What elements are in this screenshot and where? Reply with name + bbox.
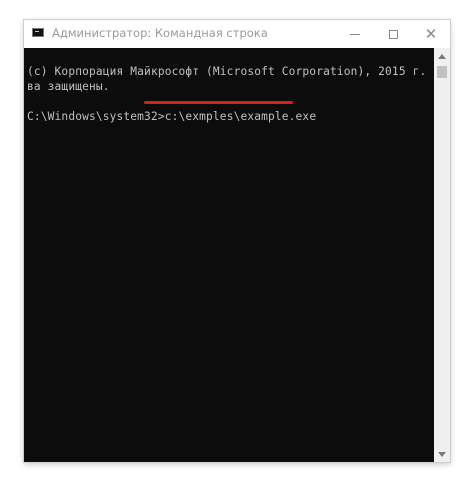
scroll-up-button[interactable] (434, 48, 450, 64)
command-prompt-window: Администратор: Командная строка ✕ (c) Ко… (24, 20, 450, 462)
window-title: Администратор: Командная строка (52, 26, 268, 40)
console-line-copyright-1: (c) Корпорация Майкрософт (Microsoft Cor… (27, 65, 450, 78)
console-prompt: C:\Windows\system32> (27, 110, 165, 123)
console-command-line: C:\Windows\system32>c:\exmples\example.e… (27, 109, 434, 124)
minimize-icon (350, 33, 360, 35)
vertical-scrollbar[interactable] (434, 48, 450, 462)
close-icon: ✕ (424, 24, 438, 43)
arrow-down-icon (438, 451, 446, 457)
console-line-copyright-2: ва защищены. (27, 80, 110, 93)
close-button[interactable]: ✕ (412, 20, 450, 48)
console-command: c:\exmples\example.exe (164, 110, 317, 123)
red-highlight-underline (144, 101, 293, 104)
maximize-icon (388, 29, 398, 39)
cmd-console-icon (32, 28, 44, 37)
console-output[interactable]: (c) Корпорация Майкрософт (Microsoft Cor… (24, 48, 450, 462)
title-bar[interactable]: Администратор: Командная строка ✕ (24, 20, 450, 48)
maximize-button[interactable] (374, 20, 412, 48)
arrow-up-icon (438, 53, 446, 59)
scroll-down-button[interactable] (434, 446, 450, 462)
scrollbar-thumb[interactable] (437, 66, 447, 78)
minimize-button[interactable] (336, 20, 374, 48)
